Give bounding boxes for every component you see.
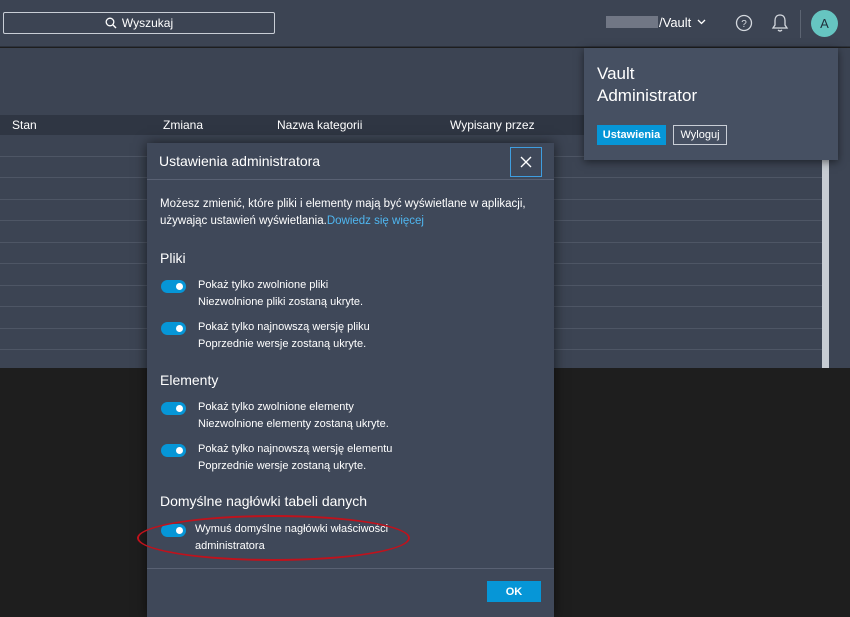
avatar[interactable]: A	[811, 10, 838, 37]
logout-button[interactable]: Wyloguj	[673, 125, 727, 145]
dialog-footer-divider	[147, 568, 554, 569]
option-latest-file: Pokaż tylko najnowszą wersję pliku Poprz…	[160, 321, 540, 357]
dialog-intro: Możesz zmienić, które pliki i elementy m…	[160, 196, 540, 230]
section-headers-heading: Domyślne nagłówki tabeli danych	[160, 493, 367, 509]
option-label: Pokaż tylko zwolnione elementy	[198, 401, 354, 413]
toggle-latest-item[interactable]	[161, 444, 186, 457]
column-header-revision[interactable]: Zmiana	[163, 118, 203, 132]
toggle-released-files[interactable]	[161, 280, 186, 293]
svg-text:?: ?	[741, 19, 747, 30]
section-items-heading: Elementy	[160, 372, 219, 388]
section-files-heading: Pliki	[160, 250, 186, 266]
search-placeholder: Wyszukaj	[121, 16, 174, 30]
toggle-released-items[interactable]	[161, 402, 186, 415]
option-label: Pokaż tylko zwolnione pliki	[198, 279, 329, 291]
account-name-line2: Administrator	[597, 86, 698, 105]
account-name: Vault Administrator	[597, 63, 697, 107]
option-description: Poprzednie wersje zostaną ukryte.	[198, 460, 367, 472]
column-header-category[interactable]: Nazwa kategorii	[277, 118, 362, 132]
close-button[interactable]	[510, 147, 542, 177]
dialog-title: Ustawienia administratora	[159, 153, 321, 169]
admin-settings-dialog: Ustawienia administratora Możesz zmienić…	[147, 143, 554, 617]
option-label: Wymuś domyślne nagłówki właściwości	[195, 523, 389, 535]
option-description: administratora	[195, 540, 265, 552]
divider	[800, 10, 801, 38]
search-input[interactable]: Wyszukaj	[3, 12, 275, 34]
option-latest-item: Pokaż tylko najnowszą wersję elementu Po…	[160, 443, 540, 479]
close-icon	[520, 156, 532, 168]
option-description: Niezwolnione elementy zostaną ukryte.	[198, 418, 389, 430]
dialog-header: Ustawienia administratora	[147, 143, 554, 180]
learn-more-link[interactable]: Dowiedz się więcej	[327, 215, 424, 227]
option-label: Pokaż tylko najnowszą wersję elementu	[198, 443, 393, 455]
option-label: Pokaż tylko najnowszą wersję pliku	[198, 321, 370, 333]
option-description: Niezwolnione pliki zostaną ukryte.	[198, 296, 364, 308]
ok-button[interactable]: OK	[487, 581, 541, 602]
search-icon	[105, 17, 117, 29]
option-released-items: Pokaż tylko zwolnione elementy Niezwolni…	[160, 401, 540, 437]
redacted-server-name	[606, 16, 658, 28]
option-force-headers: Wymuś domyślne nagłówki właściwości admi…	[160, 523, 540, 559]
toggle-latest-file[interactable]	[161, 322, 186, 335]
bell-icon[interactable]	[771, 13, 789, 33]
scrollbar[interactable]	[822, 136, 829, 368]
chevron-down-icon	[697, 19, 706, 25]
option-released-files: Pokaż tylko zwolnione pliki Niezwolnione…	[160, 279, 540, 315]
settings-button[interactable]: Ustawienia	[597, 125, 666, 145]
column-header-status[interactable]: Stan	[12, 118, 37, 132]
toggle-force-headers[interactable]	[161, 524, 186, 537]
vault-name: /Vault	[659, 14, 692, 30]
help-icon[interactable]: ?	[735, 14, 753, 32]
account-name-line1: Vault	[597, 64, 635, 83]
option-description: Poprzednie wersje zostaną ukryte.	[198, 338, 367, 350]
vault-selector[interactable]: /Vault	[606, 13, 706, 31]
account-popover: Vault Administrator Ustawienia Wyloguj	[584, 48, 838, 160]
top-bar: Wyszukaj /Vault ? A	[0, 0, 850, 47]
column-header-checked-out-by[interactable]: Wypisany przez	[450, 118, 535, 132]
